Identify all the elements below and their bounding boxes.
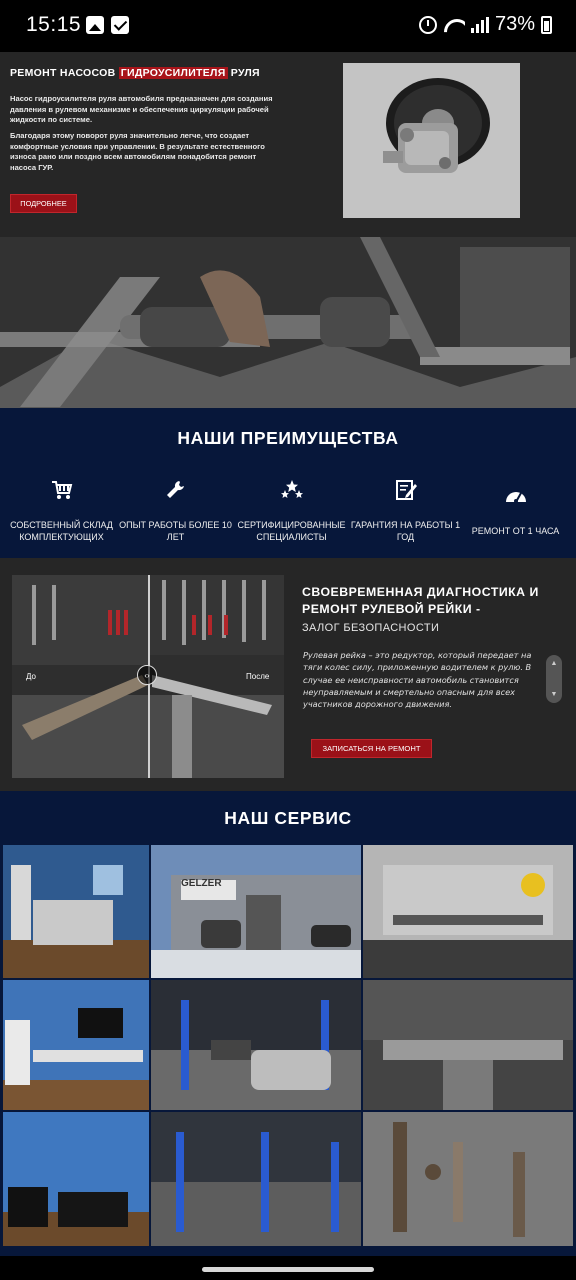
diagnostics-heading: СВОЕВРЕМЕННАЯ ДИАГНОСТИКА И РЕМОНТ РУЛЕВ… [302, 585, 539, 616]
advantage-specialists: СЕРТИФИЦИРОВАННЫЕ СПЕЦИАЛИСТЫ [234, 478, 349, 542]
service-title: НАШ СЕРВИС [224, 808, 352, 828]
steering-rack-photo [0, 237, 576, 408]
advantage-speed: РЕМОНТ ОТ 1 ЧАСА [458, 478, 573, 536]
gallery-icon [86, 16, 104, 34]
gallery-photo-service-hall[interactable] [151, 1112, 361, 1246]
gallery-photo-lounge[interactable] [3, 1112, 149, 1246]
signal-icon [470, 16, 489, 33]
chevron-up-icon[interactable]: ▲ [551, 660, 558, 667]
status-time: 15:15 [26, 13, 82, 36]
pump-photo [343, 63, 520, 218]
advantage-label: РЕМОНТ ОТ 1 ЧАСА [471, 526, 560, 536]
pump-paragraph-1: Насос гидроусилителя руля автомобиля пре… [10, 94, 273, 125]
advantage-label: ОПЫТ РАБОТЫ БОЛЕЕ 10 ЛЕТ [119, 520, 232, 542]
document-edit-icon [395, 480, 417, 500]
diagnostics-subheading: ЗАЛОГ БЕЗОПАСНОСТИ [302, 622, 440, 634]
alarm-icon [418, 15, 437, 34]
gallery-photo-waiting-area[interactable] [3, 980, 149, 1110]
scroll-widget[interactable]: ▲ ▼ [546, 655, 562, 703]
advantage-label: СОБСТВЕННЫЙ СКЛАД КОМПЛЕКТУЮЩИХ [10, 520, 113, 542]
speedometer-icon [505, 492, 526, 503]
advantage-warehouse: СОБСТВЕННЫЙ СКЛАД КОМПЛЕКТУЮЩИХ [4, 478, 119, 542]
advantage-warranty: ГАРАНТИЯ НА РАБОТЫ 1 ГОД [348, 478, 463, 542]
cart-icon [51, 481, 72, 499]
gallery-photo-test-stand[interactable] [363, 845, 573, 978]
title-highlight: ГИДРОУСИЛИТЕЛЯ [118, 67, 228, 79]
home-gesture-bar[interactable] [202, 1267, 374, 1272]
advantage-label: ГАРАНТИЯ НА РАБОТЫ 1 ГОД [350, 520, 461, 542]
status-right-cluster: 73% [418, 13, 552, 36]
after-label: После [246, 672, 270, 681]
advantages-title: НАШИ ПРЕИМУЩЕСТВА [177, 428, 399, 448]
gelzer-sign: GELZER [181, 878, 222, 889]
pump-repair-title: РЕМОНТ НАСОСОВ ГИДРОУСИЛИТЕЛЯ РУЛЯ [10, 67, 260, 79]
status-bar: 15:15 73% [0, 0, 576, 52]
wifi-icon [443, 17, 465, 33]
gallery-photo-building[interactable]: GELZER [151, 845, 361, 978]
diagnostics-text: Рулевая рейка – это редуктор, который пе… [303, 650, 532, 710]
more-button[interactable]: ПОДРОБНЕЕ [10, 194, 77, 213]
advantage-label: СЕРТИФИЦИРОВАННЫЕ СПЕЦИАЛИСТЫ [237, 520, 346, 542]
before-label: До [26, 672, 36, 681]
wrench-icon [166, 481, 184, 498]
slider-handle[interactable]: ‹› [137, 665, 157, 685]
signup-repair-button[interactable]: ЗАПИСАТЬСЯ НА РЕМОНТ [311, 739, 432, 758]
gallery-photo-reception[interactable] [3, 845, 149, 978]
advantage-experience: ОПЫТ РАБОТЫ БОЛЕЕ 10 ЛЕТ [118, 478, 233, 542]
battery-icon [541, 15, 552, 34]
battery-percent: 73% [494, 13, 535, 35]
check-icon [111, 16, 129, 34]
pump-paragraph-2: Благодаря этому поворот руля значительно… [10, 131, 265, 172]
gallery-photo-worn-parts[interactable] [363, 1112, 573, 1246]
chevron-down-icon[interactable]: ▼ [551, 691, 558, 698]
gallery-photo-workshop-lifts[interactable] [151, 980, 361, 1110]
stars-icon [280, 480, 303, 498]
gallery-photo-tool-wall[interactable] [363, 980, 573, 1110]
